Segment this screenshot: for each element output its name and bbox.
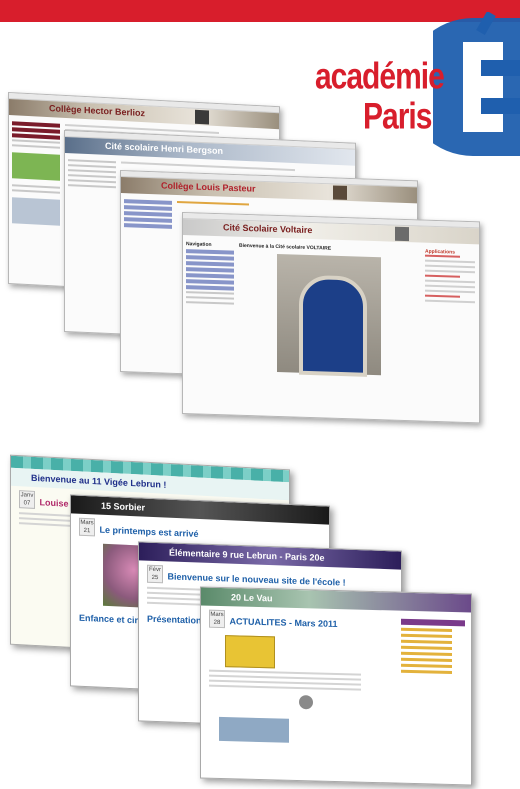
blog-banner-title: Élémentaire 9 rue Lebrun - Paris 20e [169, 547, 325, 563]
school-entrance-photo [277, 253, 381, 377]
e-letter-icon [433, 12, 520, 156]
post-date: Mars 28 [209, 609, 225, 629]
site-banner-title: Cité Scolaire Voltaire [223, 222, 313, 236]
blog-screenshot-le-vau: 20 Le Vau Mars 28 ACTUALITES - Mars 2011 [200, 586, 472, 786]
post-title: Le printemps est arrivé [99, 524, 199, 539]
landscape-photo [219, 716, 289, 743]
blog-sidebar [401, 618, 465, 678]
logo-word-paris: Paris [363, 96, 432, 138]
post-title: Bienvenue sur le nouveau site de l'école… [167, 571, 346, 588]
post-date: Janv 07 [19, 490, 35, 509]
blog-banner-title: Bienvenue au 11 Vigée Lebrun ! [31, 472, 167, 490]
site-banner-title: Collège Hector Berlioz [49, 103, 146, 119]
nav-heading: Navigation [186, 241, 212, 248]
academie-paris-logo: académie Paris [315, 8, 520, 158]
blog-banner-title: 20 Le Vau [231, 592, 273, 604]
site-banner-title: Collège Louis Pasteur [161, 180, 256, 194]
site-screenshot-voltaire: Cité Scolaire Voltaire Navigation Bienve… [182, 212, 480, 424]
welcome-heading: Bienvenue à la Cité scolaire VOLTAIRE [239, 242, 332, 252]
post-date: Mars 21 [79, 517, 95, 537]
logo-word-academie: académie [315, 56, 445, 98]
round-photo [299, 695, 313, 710]
post-title: ACTUALITES - Mars 2011 [229, 616, 338, 630]
blog-banner-title: 15 Sorbier [101, 500, 146, 513]
cat-illustration [225, 635, 275, 669]
post-date: Févr 25 [147, 564, 163, 584]
site-banner-title: Cité scolaire Henri Bergson [105, 140, 224, 156]
